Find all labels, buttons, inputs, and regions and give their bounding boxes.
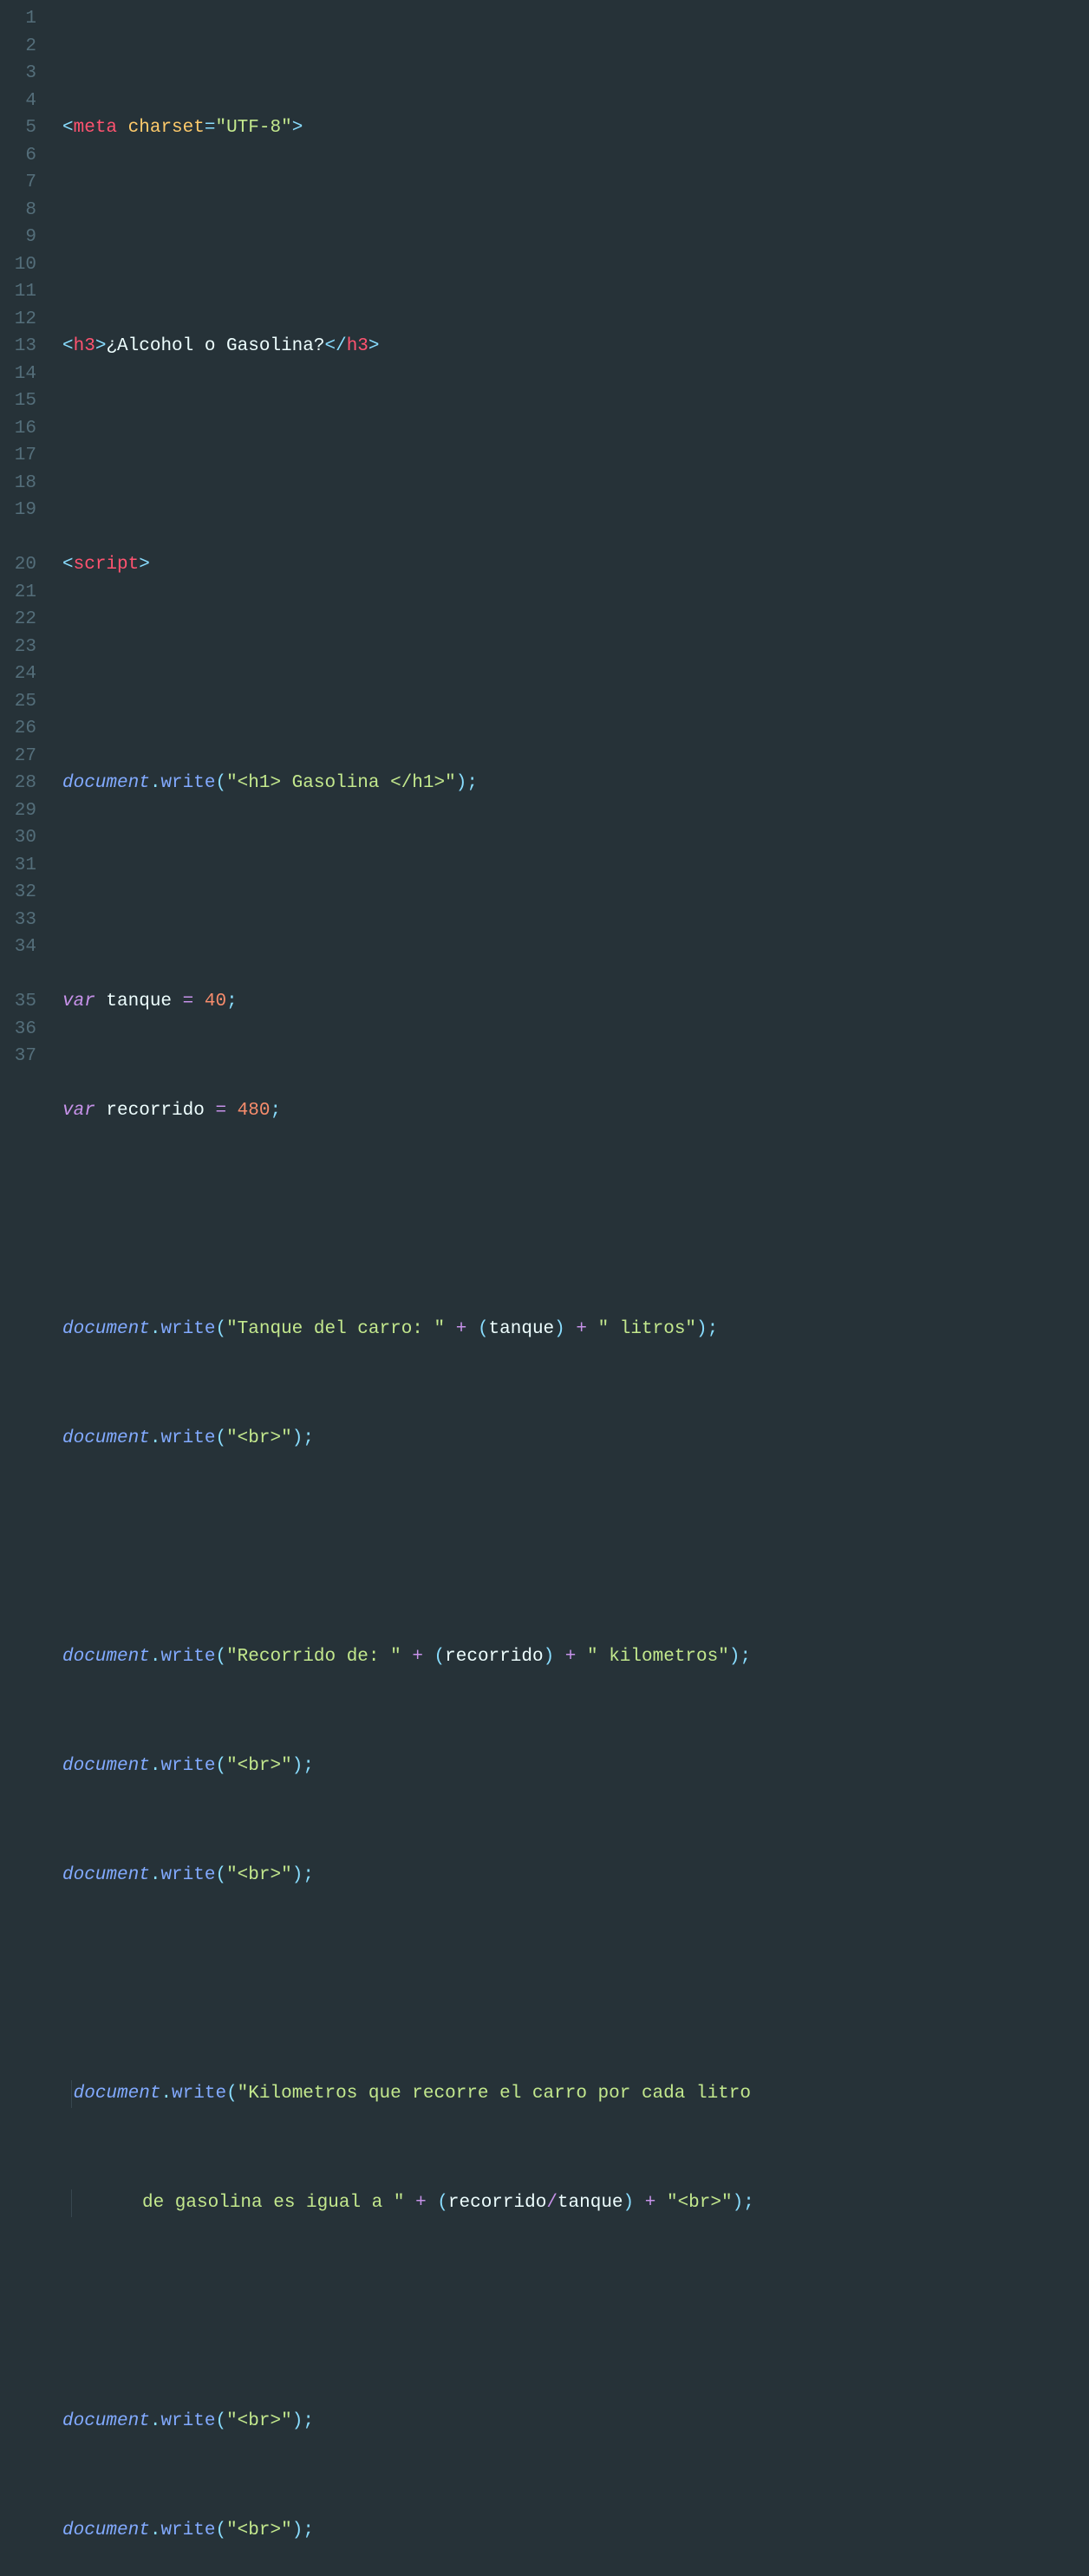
line-number: 37 xyxy=(0,1043,52,1070)
line-number: 21 xyxy=(0,579,52,607)
line-number: 10 xyxy=(0,251,52,279)
code-line[interactable]: <meta charset="UTF-8"> xyxy=(62,114,1089,142)
line-number: 27 xyxy=(0,743,52,771)
code-line[interactable] xyxy=(62,879,1089,907)
line-number: 12 xyxy=(0,306,52,334)
code-editor[interactable]: 1234567891011121314151617181920212223242… xyxy=(0,0,1089,2576)
code-line[interactable]: document.write("<br>"); xyxy=(62,2408,1089,2436)
code-line[interactable]: <h3>¿Alcohol o Gasolina?</h3> xyxy=(62,333,1089,361)
line-number: 33 xyxy=(0,907,52,934)
line-number: 36 xyxy=(0,1016,52,1044)
code-line[interactable] xyxy=(62,1971,1089,1999)
code-line[interactable]: document.write("Recorrido de: " + (recor… xyxy=(62,1643,1089,1671)
code-line[interactable]: document.write("Kilometros que recorre e… xyxy=(62,2080,1089,2108)
line-number: 11 xyxy=(0,278,52,306)
line-number: 28 xyxy=(0,770,52,797)
line-number: 32 xyxy=(0,879,52,907)
line-number: 2 xyxy=(0,33,52,61)
indent-guide xyxy=(71,2189,72,2217)
line-number xyxy=(0,961,52,989)
code-line[interactable]: document.write("<br>"); xyxy=(62,1862,1089,1890)
line-number: 22 xyxy=(0,606,52,634)
line-number: 9 xyxy=(0,224,52,251)
line-number: 17 xyxy=(0,442,52,470)
line-number: 23 xyxy=(0,634,52,661)
code-line[interactable] xyxy=(62,660,1089,688)
line-number: 35 xyxy=(0,988,52,1016)
gutter: 1234567891011121314151617181920212223242… xyxy=(0,0,52,2576)
code-line-wrap[interactable]: de gasolina es igual a " + (recorrido/ta… xyxy=(62,2189,1089,2217)
line-number: 24 xyxy=(0,660,52,688)
code-line[interactable] xyxy=(62,2299,1089,2326)
indent-guide xyxy=(71,2080,72,2108)
code-line[interactable]: document.write("<br>"); xyxy=(62,2517,1089,2545)
line-number: 18 xyxy=(0,470,52,498)
code-area[interactable]: <meta charset="UTF-8"> <h3>¿Alcohol o Ga… xyxy=(52,0,1089,2576)
line-number: 34 xyxy=(0,933,52,961)
code-line[interactable]: var recorrido = 480; xyxy=(62,1097,1089,1125)
code-line[interactable] xyxy=(62,1207,1089,1234)
line-number: 30 xyxy=(0,824,52,852)
line-number: 3 xyxy=(0,60,52,88)
line-number: 19 xyxy=(0,497,52,524)
line-number: 8 xyxy=(0,197,52,224)
code-line[interactable]: document.write("Tanque del carro: " + (t… xyxy=(62,1316,1089,1343)
line-number: 6 xyxy=(0,142,52,170)
line-number: 4 xyxy=(0,88,52,115)
line-number: 29 xyxy=(0,797,52,825)
code-line[interactable]: document.write("<br>"); xyxy=(62,1425,1089,1453)
line-number: 1 xyxy=(0,5,52,33)
code-line[interactable]: <script> xyxy=(62,551,1089,579)
line-number: 5 xyxy=(0,114,52,142)
code-line[interactable]: document.write("<br>"); xyxy=(62,1753,1089,1780)
line-number: 16 xyxy=(0,415,52,443)
code-line[interactable] xyxy=(62,224,1089,251)
line-number: 14 xyxy=(0,361,52,388)
line-number xyxy=(0,524,52,552)
line-number: 15 xyxy=(0,387,52,415)
code-line[interactable] xyxy=(62,1534,1089,1562)
code-line[interactable] xyxy=(62,442,1089,470)
line-number: 31 xyxy=(0,852,52,880)
code-line[interactable]: var tanque = 40; xyxy=(62,988,1089,1016)
line-number: 25 xyxy=(0,688,52,716)
code-line[interactable]: document.write("<h1> Gasolina </h1>"); xyxy=(62,770,1089,797)
line-number: 26 xyxy=(0,715,52,743)
line-number: 7 xyxy=(0,169,52,197)
line-number: 20 xyxy=(0,551,52,579)
line-number: 13 xyxy=(0,333,52,361)
